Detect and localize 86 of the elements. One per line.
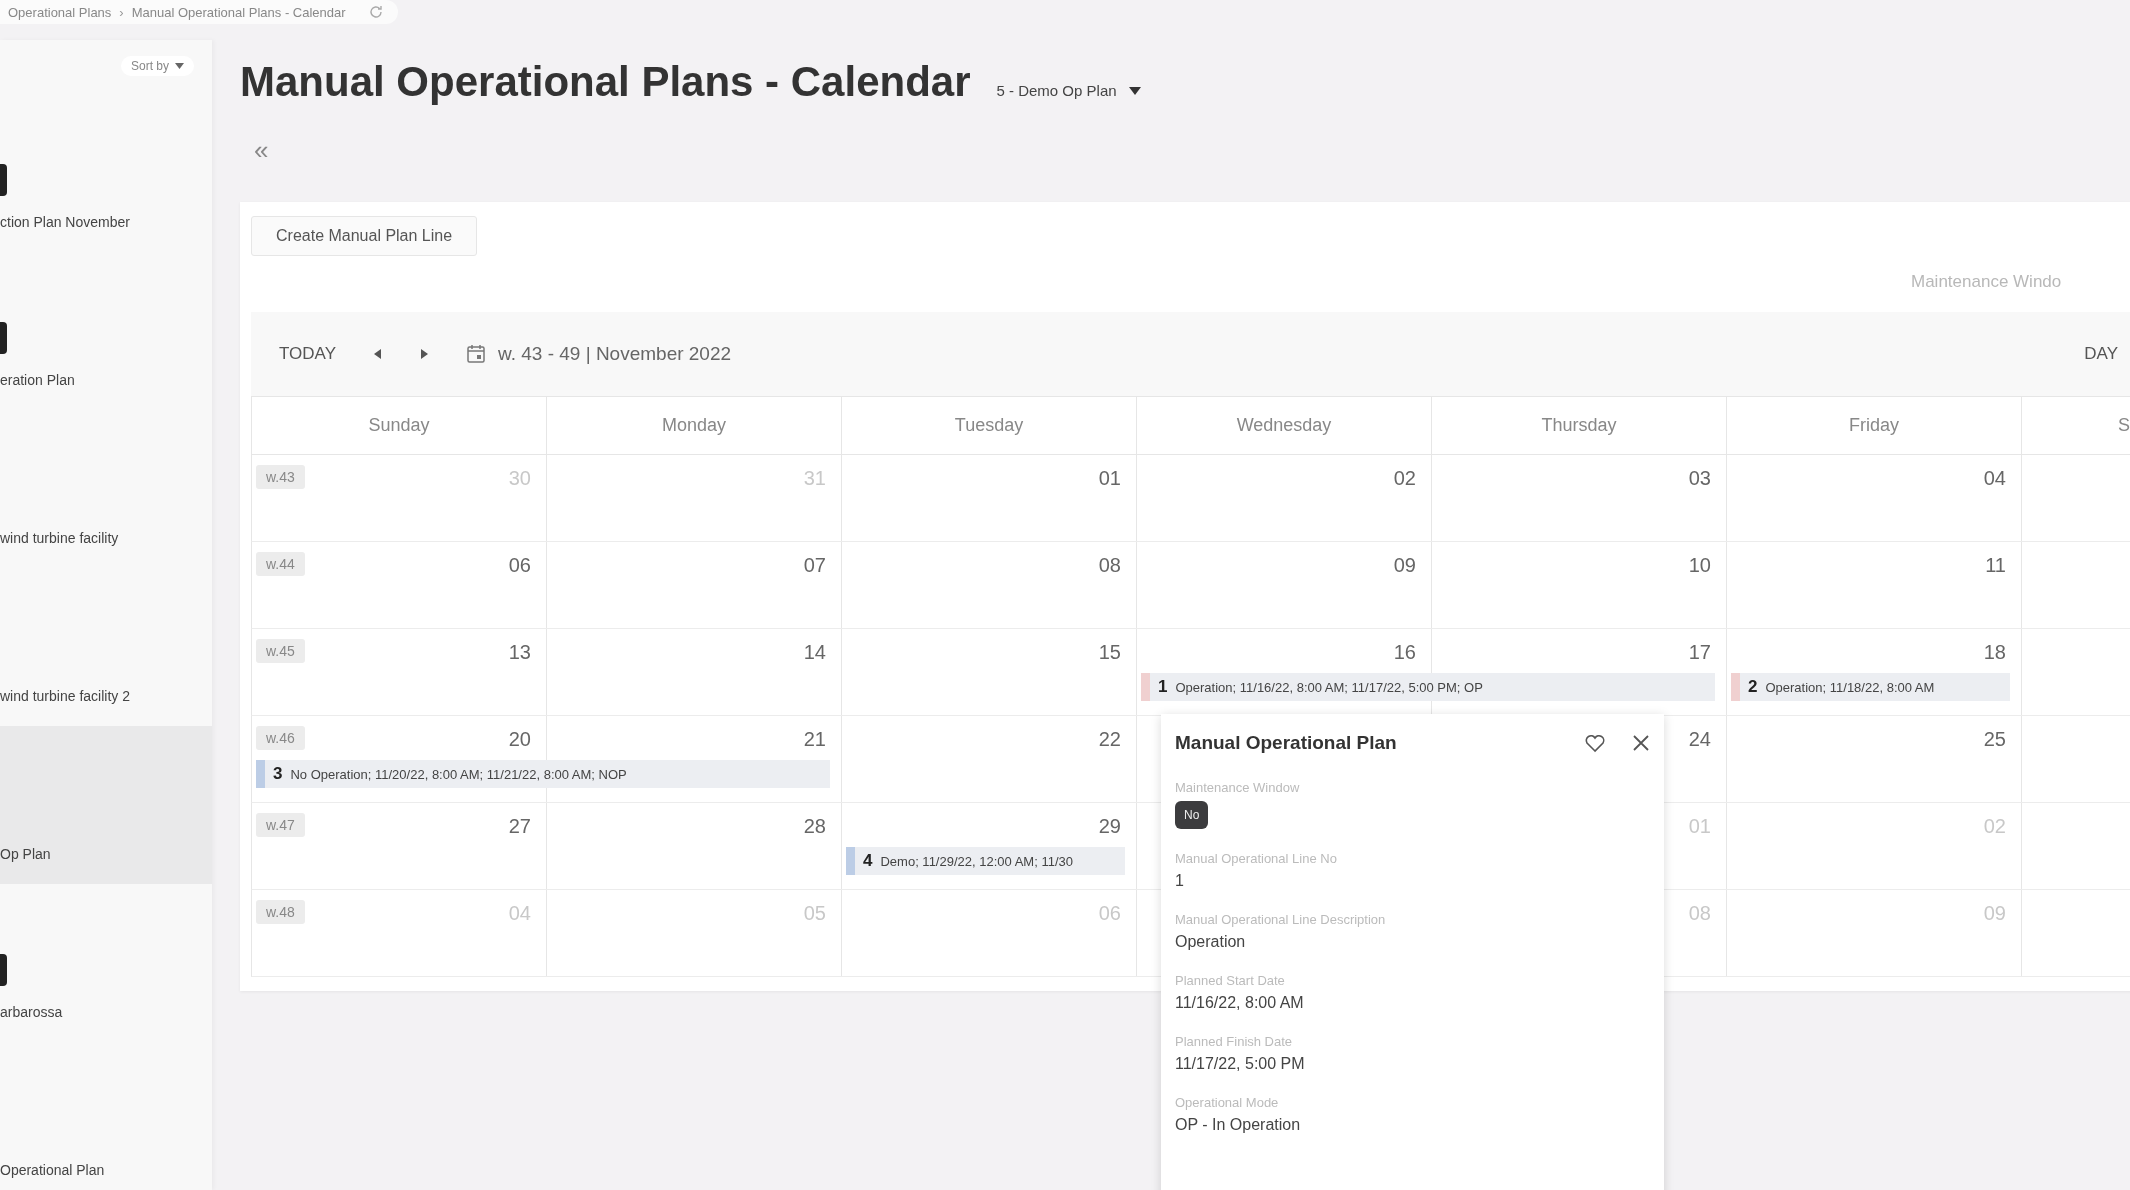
date-number: 21 bbox=[803, 728, 826, 751]
create-button[interactable]: Create Manual Plan Line bbox=[251, 216, 478, 256]
week-label: w.47 bbox=[256, 813, 305, 837]
date-number: 11 bbox=[1985, 554, 2006, 577]
date-number: 25 bbox=[1983, 728, 2006, 751]
field-value: OP - In Operation bbox=[1175, 1116, 1301, 1134]
date-number: 10 bbox=[1688, 554, 1711, 577]
date-number: 14 bbox=[803, 641, 826, 664]
sidebar-item-label: arbarossa bbox=[0, 1004, 64, 1020]
day-header: Wednesday bbox=[1236, 415, 1332, 436]
date-number: 17 bbox=[1688, 641, 1711, 664]
sidebar-item[interactable]: Operational Plan bbox=[0, 1042, 212, 1190]
date-number: 08 bbox=[1098, 554, 1121, 577]
sidebar-item-label: Operational Plan bbox=[0, 1162, 106, 1178]
date-range: w. 43 - 49 | November 2022 bbox=[498, 343, 732, 365]
sort-button[interactable]: Sort by bbox=[121, 56, 194, 76]
sidebar-item-label: wind turbine facility 2 bbox=[0, 688, 131, 704]
popup-title: Manual Operational Plan bbox=[1175, 732, 1397, 754]
plan-dropdown[interactable]: 5 - Demo Op Plan bbox=[990, 81, 1147, 100]
event-bar[interactable]: 4 Demo; 11/29/22, 12:00 AM; 11/30 bbox=[846, 847, 1125, 875]
date-number: 20 bbox=[508, 728, 531, 751]
date-number: 29 bbox=[1098, 815, 1121, 838]
day-header: Friday bbox=[1849, 415, 1899, 436]
sidebar-item[interactable]: Op Plan bbox=[0, 726, 212, 884]
field-value: 11/17/22, 5:00 PM bbox=[1175, 1055, 1305, 1073]
date-number: 02 bbox=[1393, 467, 1416, 490]
date-number: 24 bbox=[1688, 728, 1711, 751]
event-bar[interactable]: 2 Operation; 11/18/22, 8:00 AM bbox=[1731, 673, 2010, 701]
sidebar-item-label: eration Plan bbox=[0, 372, 76, 388]
date-number: 03 bbox=[1688, 467, 1711, 490]
day-header: Tuesday bbox=[954, 415, 1024, 436]
date-number: 28 bbox=[803, 815, 826, 838]
previous-icon[interactable] bbox=[374, 349, 382, 359]
calendar-icon[interactable] bbox=[466, 344, 486, 364]
breadcrumb-separator: › bbox=[119, 4, 124, 20]
date-number: 13 bbox=[508, 641, 531, 664]
event-bar[interactable]: 3 No Operation; 11/20/22, 8:00 AM; 11/21/22, 8:00 AM; NOP bbox=[256, 760, 830, 788]
day-header: Sunday bbox=[368, 415, 430, 436]
sidebar-item-label: wind turbine facility bbox=[0, 530, 120, 546]
week-label: w.46 bbox=[256, 726, 305, 750]
event-bar[interactable]: 1 Operation; 11/16/22, 8:00 AM; 11/17/22, 5:00 PM; OP bbox=[1141, 673, 1715, 701]
field-label: Maintenance Window bbox=[1175, 780, 1300, 795]
sidebar-item-label: Op Plan bbox=[0, 846, 52, 862]
sidebar-item[interactable]: eration Plan bbox=[0, 252, 212, 410]
field-badge: No bbox=[1175, 801, 1209, 829]
day-header: Thursday bbox=[1541, 415, 1617, 436]
date-number: 15 bbox=[1098, 641, 1121, 664]
close-icon[interactable] bbox=[1632, 734, 1650, 752]
legend-label: Maintenance Windo bbox=[1911, 272, 2062, 291]
date-number: 16 bbox=[1393, 641, 1416, 664]
date-number: 27 bbox=[508, 815, 531, 838]
field-value: 1 bbox=[1175, 872, 1184, 890]
field-label: Operational Mode bbox=[1175, 1095, 1279, 1110]
date-number: 01 bbox=[1098, 467, 1121, 490]
sidebar-item[interactable]: wind turbine facility 2 bbox=[0, 568, 212, 726]
caret-icon bbox=[175, 63, 184, 69]
field-label: Manual Operational Line Description bbox=[1175, 912, 1386, 927]
sidebar-item[interactable]: arbarossa bbox=[0, 884, 212, 1042]
date-number: 06 bbox=[508, 554, 531, 577]
week-label: w.48 bbox=[256, 900, 305, 924]
field-label: Planned Start Date bbox=[1175, 973, 1285, 988]
view-button[interactable]: DAY bbox=[2084, 344, 2118, 364]
week-label: w.44 bbox=[256, 552, 305, 576]
field-value: 11/16/22, 8:00 AM bbox=[1175, 994, 1304, 1012]
caret-icon bbox=[1128, 86, 1141, 95]
date-number: 07 bbox=[803, 554, 826, 577]
day-header: S bbox=[2118, 415, 2130, 436]
sidebar-item[interactable]: wind turbine facility bbox=[0, 410, 212, 568]
date-number: 22 bbox=[1098, 728, 1121, 751]
field-label: Manual Operational Line No bbox=[1175, 851, 1337, 866]
heart-icon[interactable] bbox=[1584, 733, 1606, 753]
field-value: Operation bbox=[1175, 933, 1246, 951]
today-button[interactable]: TODAY bbox=[279, 344, 336, 364]
sidebar-item[interactable]: ction Plan November bbox=[0, 94, 212, 252]
week-label: w.45 bbox=[256, 639, 305, 663]
date-number: 04 bbox=[1983, 467, 2006, 490]
date-number: 09 bbox=[1393, 554, 1416, 577]
breadcrumb-link[interactable]: Manual Operational Plans - Calendar bbox=[131, 4, 346, 20]
week-label: w.43 bbox=[256, 465, 305, 489]
day-header: Monday bbox=[661, 415, 726, 436]
next-icon[interactable] bbox=[420, 349, 428, 359]
sidebar-item-label: ction Plan November bbox=[0, 214, 131, 230]
date-number: 18 bbox=[1983, 641, 2006, 664]
field-label: Planned Finish Date bbox=[1175, 1034, 1293, 1049]
breadcrumb-link[interactable]: Operational Plans bbox=[8, 4, 112, 20]
page-title: Manual Operational Plans - Calendar bbox=[240, 58, 971, 106]
